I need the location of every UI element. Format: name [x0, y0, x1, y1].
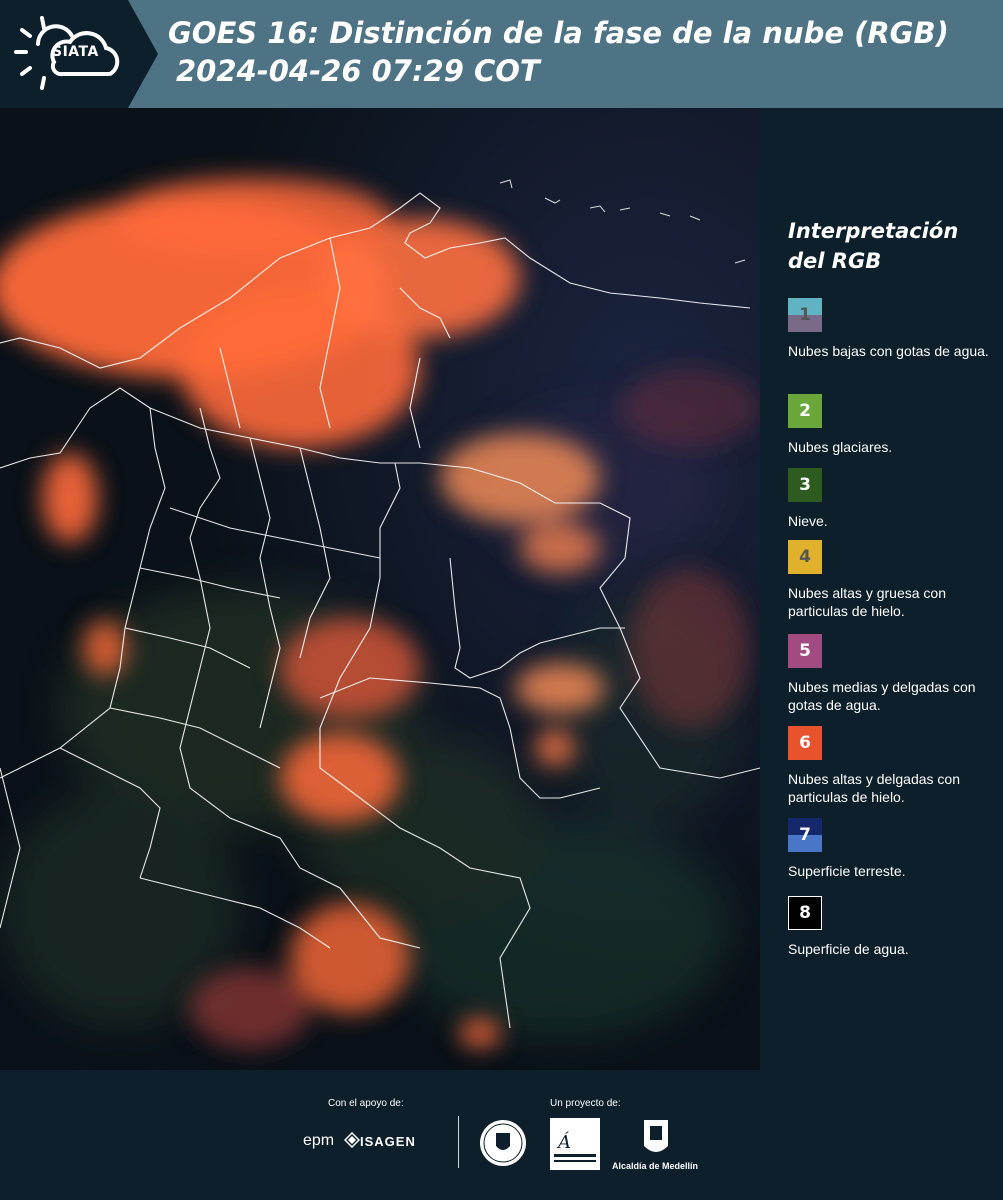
isagen-logo-icon	[344, 1132, 360, 1148]
satellite-map[interactable]	[0, 108, 760, 1070]
satellite-image	[0, 108, 760, 1070]
legend-title: Interpretación del RGB	[788, 219, 959, 273]
legend-label-5: Nubes medias y delgadas con gotas de agu…	[788, 679, 976, 713]
project-label: Un proyecto de:	[550, 1098, 621, 1109]
footer-divider	[458, 1116, 459, 1168]
page-title: GOES 16: Distinción de la fase de la nub…	[168, 14, 949, 90]
legend-swatch-8: 8	[788, 896, 822, 930]
legend-swatch-3: 3	[788, 468, 822, 502]
legend-swatch-4: 4	[788, 540, 822, 574]
isagen-logo: ISAGEN	[360, 1134, 416, 1149]
legend-swatch-1: 1	[788, 298, 822, 332]
legend-number-6: 6	[799, 733, 811, 753]
alcaldia-shield-icon	[644, 1120, 668, 1152]
legend-item-8: 8 Superficie de agua.	[788, 896, 998, 958]
header-bar: SIATA GOES 16: Distinción de la fase de …	[0, 0, 1003, 108]
legend-label-8: Superficie de agua.	[788, 941, 909, 957]
area-metropolitana-logo-icon: Á	[550, 1118, 600, 1170]
epm-logo: epm	[303, 1132, 335, 1149]
legend-number-8: 8	[799, 903, 811, 923]
legend-swatch-7: 7	[788, 818, 822, 852]
logo-block: SIATA	[0, 0, 158, 108]
legend-number-5: 5	[799, 641, 811, 661]
logo-text: SIATA	[52, 44, 99, 60]
legend-label-7: Superficie terreste.	[788, 863, 906, 879]
legend-item-7: 7 Superficie terreste.	[788, 818, 998, 880]
title-line-1: GOES 16: Distinción de la fase de la nub…	[168, 16, 949, 50]
legend-swatch-5: 5	[788, 634, 822, 668]
legend-item-3: 3 Nieve.	[788, 468, 998, 530]
footer: Con el apoyo de: Un proyecto de: epm ISA…	[0, 1070, 1003, 1200]
legend-panel: Interpretación del RGB 1 Nubes bajas con…	[760, 108, 1003, 1070]
support-label: Con el apoyo de:	[328, 1098, 404, 1109]
university-seal-icon	[480, 1120, 526, 1166]
legend-swatch-6: 6	[788, 726, 822, 760]
legend-label-6: Nubes altas y delgadas con particulas de…	[788, 771, 960, 805]
title-line-2: 2024-04-26 07:29 COT	[176, 54, 540, 88]
legend-label-2: Nubes glaciares.	[788, 439, 893, 455]
legend-item-4: 4 Nubes altas y gruesa con particulas de…	[788, 540, 998, 620]
svg-text:Á: Á	[556, 1130, 571, 1153]
legend-item-5: 5 Nubes medias y delgadas con gotas de a…	[788, 634, 998, 714]
legend-item-6: 6 Nubes altas y delgadas con particulas …	[788, 726, 998, 806]
legend-label-4: Nubes altas y gruesa con particulas de h…	[788, 585, 946, 619]
legend-number-4: 4	[799, 547, 811, 567]
legend-label-3: Nieve.	[788, 513, 828, 529]
legend-item-1: 1 Nubes bajas con gotas de agua.	[788, 298, 998, 360]
legend-number-7: 7	[799, 825, 811, 845]
legend-number-2: 2	[799, 401, 811, 421]
legend-item-2: 2 Nubes glaciares.	[788, 394, 998, 456]
legend-label-1: Nubes bajas con gotas de agua.	[788, 343, 989, 359]
alcaldia-label: Alcaldía de Medellín	[612, 1161, 699, 1171]
legend-swatch-2: 2	[788, 394, 822, 428]
legend-number-1: 1	[799, 305, 811, 325]
legend-number-3: 3	[799, 475, 811, 495]
